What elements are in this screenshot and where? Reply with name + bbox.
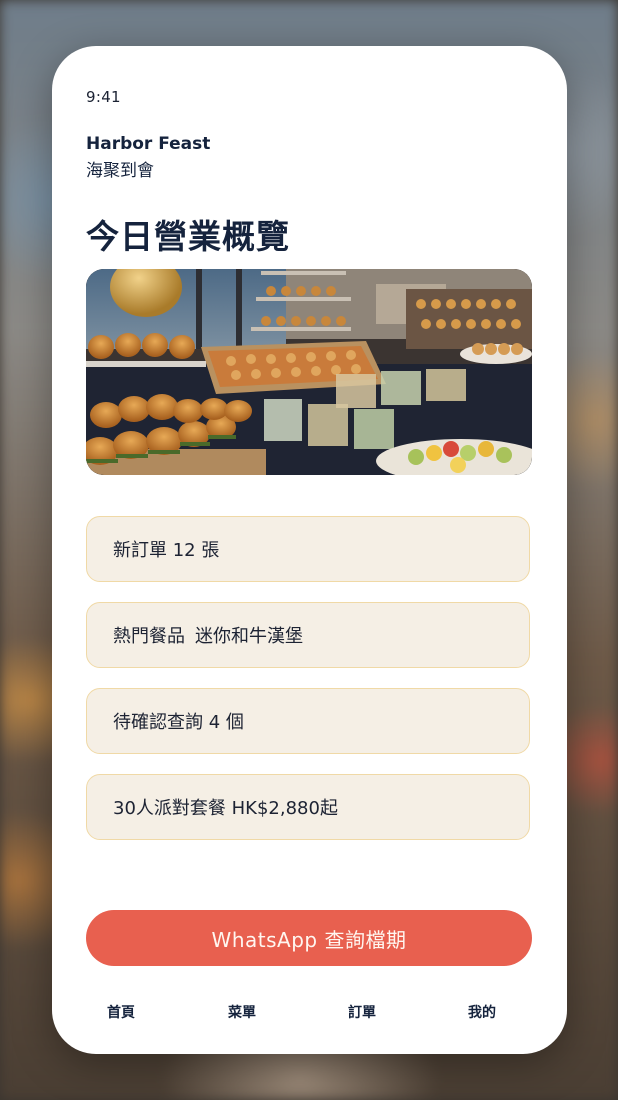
- nav-item-profile[interactable]: 我的: [442, 1002, 522, 1022]
- phone-screen: 9:41 Harbor Feast 海聚到會 今日營業概覽 新訂單 12 張 熱…: [52, 46, 567, 1054]
- bottom-nav: 首頁 菜單 訂單 我的: [52, 1002, 567, 1026]
- summary-card-pending-inquiries[interactable]: 待確認查詢 4 個: [86, 688, 530, 754]
- summary-card-new-orders[interactable]: 新訂單 12 張: [86, 516, 530, 582]
- status-time: 9:41: [86, 88, 121, 106]
- whatsapp-inquiry-button[interactable]: WhatsApp 查詢檔期: [86, 910, 532, 966]
- summary-card-popular-item[interactable]: 熱門餐品 迷你和牛漢堡: [86, 602, 530, 668]
- brand-name-en: Harbor Feast: [86, 134, 211, 154]
- buffet-photo-icon: [86, 269, 532, 475]
- summary-card-value: 迷你和牛漢堡: [195, 626, 303, 647]
- summary-card-text: 新訂單 12 張: [113, 540, 220, 561]
- summary-card-text: 待確認查詢 4 個: [113, 712, 244, 733]
- summary-card-text: 30人派對套餐 HK$2,880起: [113, 798, 338, 819]
- summary-card-label: 熱門餐品: [113, 626, 185, 647]
- nav-item-home[interactable]: 首頁: [81, 1002, 161, 1022]
- brand-name-zh: 海聚到會: [86, 161, 154, 181]
- page-title: 今日營業概覽: [86, 217, 290, 256]
- summary-card-party-package[interactable]: 30人派對套餐 HK$2,880起: [86, 774, 530, 840]
- nav-item-menu[interactable]: 菜單: [202, 1002, 282, 1022]
- nav-item-orders[interactable]: 訂單: [322, 1002, 402, 1022]
- hero-image: [86, 269, 532, 475]
